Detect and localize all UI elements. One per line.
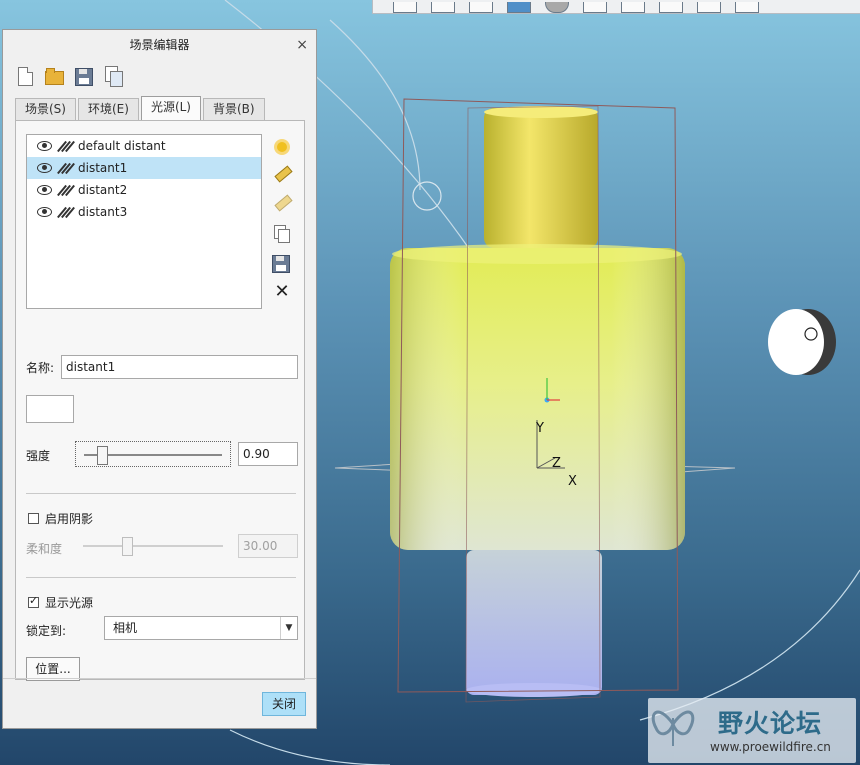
divider	[26, 493, 296, 494]
open-folder-icon[interactable]	[45, 66, 65, 86]
dialog-title: 场景编辑器	[129, 38, 190, 52]
light-list-item[interactable]: distant2	[27, 179, 261, 201]
show-light-checkbox[interactable]: 显示光源	[28, 594, 93, 611]
visibility-eye-icon[interactable]	[37, 163, 52, 173]
watermark-url: www.proewildfire.cn	[710, 740, 831, 754]
checkbox-box-checked[interactable]	[28, 594, 39, 608]
lights-tab-page: default distant distant1 distant2 distan…	[15, 120, 305, 681]
enable-shadow-checkbox[interactable]: 启用阴影	[28, 510, 93, 527]
light-name-input[interactable]	[61, 355, 298, 379]
chevron-down-icon[interactable]: ▼	[280, 617, 297, 639]
edit-light-icon[interactable]	[272, 165, 293, 186]
editor-tabs: 场景(S) 环境(E) 光源(L) 背景(B)	[15, 96, 267, 120]
watermark-title: 野火论坛	[718, 709, 823, 738]
close-button[interactable]: 关闭	[262, 692, 306, 716]
delete-light-icon[interactable]: ✕	[272, 282, 292, 302]
camera-icon[interactable]	[659, 2, 683, 13]
top-toolbar-strip	[372, 0, 860, 14]
copy-light-icon[interactable]	[272, 224, 292, 244]
softness-slider[interactable]	[75, 533, 231, 559]
softness-label: 柔和度	[26, 542, 63, 556]
intensity-input[interactable]	[238, 442, 298, 466]
distant-light-icon	[57, 140, 75, 153]
slider-track	[83, 545, 223, 547]
forum-watermark: 野火论坛 www.proewildfire.cn	[648, 698, 856, 763]
tab-background[interactable]: 背景(B)	[203, 98, 265, 120]
save-light-icon[interactable]	[272, 253, 292, 273]
light-name: distant2	[78, 183, 128, 197]
add-light-icon[interactable]	[272, 137, 292, 157]
light-list-item[interactable]: default distant	[27, 135, 261, 157]
scene-editor-dialog: 场景编辑器 × 场景(S) 环境(E) 光源(L) 背景(B) default …	[2, 29, 317, 729]
butterfly-logo-icon	[651, 710, 695, 746]
display-style-icon[interactable]	[583, 2, 607, 13]
light-list-item[interactable]: distant3	[27, 201, 261, 223]
tab-lights[interactable]: 光源(L)	[140, 96, 201, 120]
pan-icon[interactable]	[431, 2, 455, 13]
divider	[26, 577, 296, 578]
intensity-label: 强度	[26, 449, 51, 463]
visibility-eye-icon[interactable]	[37, 207, 52, 217]
slider-thumb[interactable]	[96, 446, 108, 465]
light-source-indicator	[768, 309, 836, 375]
light-name: default distant	[78, 139, 166, 153]
lock-to-label: 锁定到:	[26, 624, 67, 638]
light-side-buttons: ✕	[272, 137, 293, 302]
rotate-icon[interactable]	[469, 2, 493, 13]
lock-to-select[interactable]: 相机 ▼	[104, 616, 298, 640]
softness-input[interactable]	[238, 534, 298, 558]
light-color-swatch[interactable]	[26, 395, 74, 423]
axis-y-label: Y	[535, 421, 544, 436]
tab-scene[interactable]: 场景(S)	[15, 98, 76, 120]
visibility-eye-icon[interactable]	[37, 141, 52, 151]
appearance-icon[interactable]	[545, 2, 569, 13]
saved-views-icon[interactable]	[621, 2, 645, 13]
close-icon[interactable]: ×	[296, 30, 308, 60]
distant-light-icon	[57, 184, 75, 197]
copy-icon[interactable]	[105, 66, 123, 87]
light-list[interactable]: default distant distant1 distant2 distan…	[26, 134, 262, 309]
tab-environment[interactable]: 环境(E)	[77, 98, 139, 120]
show-light-label: 显示光源	[45, 596, 94, 610]
checkbox-box[interactable]	[28, 513, 39, 524]
light-name: distant1	[78, 161, 128, 175]
axis-x-label: X	[568, 474, 577, 489]
footer-divider	[3, 678, 316, 679]
file-toolbar	[15, 66, 123, 87]
datum-icon[interactable]	[697, 2, 721, 13]
intensity-slider[interactable]	[75, 441, 231, 467]
edit-light-disabled-icon[interactable]	[272, 194, 293, 215]
distant-light-icon	[57, 206, 75, 219]
zoom-icon[interactable]	[393, 2, 417, 13]
light-name: distant3	[78, 205, 128, 219]
enable-shadow-label: 启用阴影	[45, 512, 94, 526]
view-icon[interactable]	[507, 2, 531, 13]
new-file-icon[interactable]	[15, 66, 35, 86]
slider-thumb[interactable]	[122, 537, 134, 556]
lock-to-value: 相机	[113, 621, 138, 635]
save-icon[interactable]	[75, 66, 95, 86]
axis-z-label: Z	[552, 456, 561, 471]
name-label: 名称:	[26, 361, 55, 375]
light-list-item-selected[interactable]: distant1	[27, 157, 261, 179]
distant-light-icon	[57, 162, 75, 175]
visibility-eye-icon[interactable]	[37, 185, 52, 195]
annotation-icon[interactable]	[735, 2, 759, 13]
